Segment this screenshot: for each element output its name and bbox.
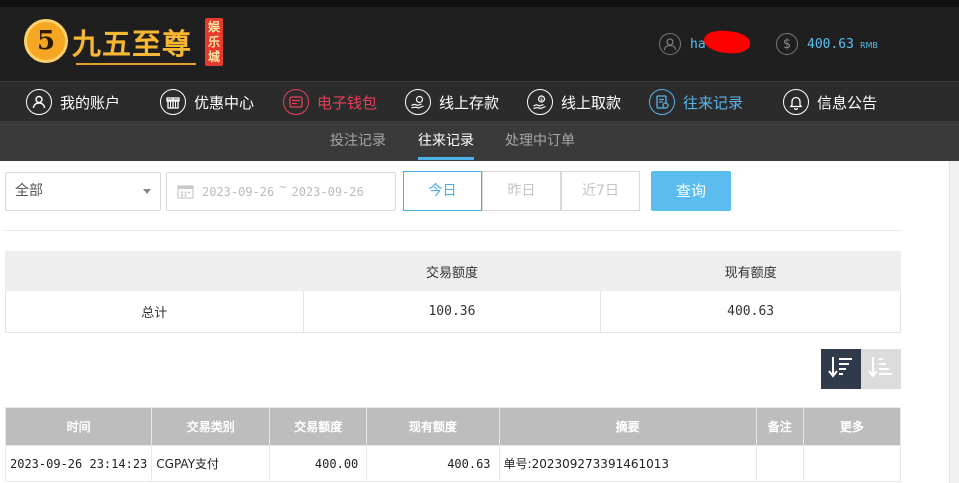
subtab-bet-records[interactable]: 投注记录	[330, 121, 386, 161]
site-header: 5 九五至尊 娱乐城 ha $ 400.63 RMB	[0, 7, 959, 81]
sort-desc-button[interactable]	[821, 349, 861, 389]
summary-transaction-amount: 100.36	[302, 290, 602, 333]
cell-remark	[755, 445, 804, 482]
balance-currency: RMB	[859, 41, 878, 50]
nav-item-account[interactable]: 我的账户	[26, 82, 120, 122]
transaction-type-select[interactable]: 全部	[5, 172, 161, 211]
username: ha	[690, 27, 752, 56]
summary-label: 总计	[5, 290, 304, 333]
records-header-row: 时间 交易类别 交易额度 现有额度 摘要 备注 更多	[4, 407, 902, 446]
nav-item-label: 信息公告	[817, 93, 878, 112]
cell-time: 2023-09-26 23:14:23	[4, 445, 153, 482]
summary-table: 交易额度 现有额度 总计 100.36 400.63	[5, 251, 901, 333]
brand-logo[interactable]: 5 九五至尊 娱乐城	[24, 17, 229, 73]
nav-item-records[interactable]: 往来记录	[649, 82, 743, 122]
date-end: 2023-09-26	[291, 184, 364, 199]
sort-desc-icon	[828, 355, 854, 383]
summary-total-row: 总计 100.36 400.63	[5, 290, 901, 333]
nav-item-withdraw[interactable]: $ 线上取款	[527, 82, 621, 122]
deposit-icon	[405, 89, 431, 115]
quick-today-button[interactable]: 今日	[403, 171, 482, 211]
brand-badge: 娱乐城	[205, 18, 223, 66]
nav-item-label: 往来记录	[683, 93, 744, 112]
column-header-remark[interactable]: 备注	[755, 407, 804, 446]
date-start: 2023-09-26	[202, 184, 275, 199]
summary-header-cell	[5, 251, 304, 291]
sort-asc-icon	[868, 355, 894, 383]
cell-type: CGPAY支付	[151, 445, 271, 482]
nav-item-label: 线上取款	[561, 93, 622, 112]
brand-name: 九五至尊	[72, 27, 193, 61]
chevron-down-icon	[143, 189, 151, 194]
balance-amount: 400.63	[807, 36, 854, 52]
records-table: 时间 交易类别 交易额度 现有额度 摘要 备注 更多 2023-09-26 23…	[4, 407, 902, 482]
top-strip	[0, 0, 959, 7]
sub-nav: 投注记录 往来记录 处理中订单	[0, 121, 959, 161]
quick-yesterday-button[interactable]: 昨日	[482, 171, 561, 211]
withdraw-icon: $	[527, 89, 553, 115]
nav-item-notices[interactable]: 信息公告	[783, 82, 877, 122]
summary-header-cell: 交易额度	[302, 251, 602, 291]
cell-more[interactable]	[802, 445, 902, 482]
gift-icon	[160, 89, 186, 115]
column-header-summary[interactable]: 摘要	[498, 407, 757, 446]
nav-item-label: 我的账户	[60, 93, 121, 112]
main-nav: 我的账户 优惠中心 电子钱包 线上存款 $ 线上取款 往来记录 信息公告	[0, 81, 959, 121]
logo-mark: 5	[24, 19, 68, 63]
redaction-mark	[702, 27, 752, 56]
cell-summary: 单号:202309273391461013	[498, 445, 757, 482]
nav-item-label: 优惠中心	[194, 93, 255, 112]
nav-item-label: 线上存款	[439, 93, 500, 112]
column-header-type[interactable]: 交易类别	[151, 407, 271, 446]
dollar-icon: $	[776, 33, 798, 55]
records-icon	[649, 89, 675, 115]
summary-current-balance: 400.63	[600, 290, 901, 333]
svg-text:$: $	[540, 97, 543, 103]
query-button[interactable]: 查询	[651, 171, 731, 211]
nav-item-promotions[interactable]: 优惠中心	[160, 82, 254, 122]
user-icon	[659, 33, 681, 55]
date-range-input[interactable]: 2023-09-26 ~ 2023-09-26	[166, 172, 396, 211]
divider	[5, 230, 901, 231]
scrollbar-track[interactable]	[949, 161, 959, 483]
bell-icon	[783, 89, 809, 115]
wallet-icon	[283, 89, 309, 115]
select-value: 全部	[15, 183, 43, 199]
subtab-transaction-records[interactable]: 往来记录	[418, 121, 474, 161]
logo-ornament	[76, 63, 196, 65]
table-row: 2023-09-26 23:14:23 CGPAY支付 400.00 400.6…	[4, 445, 902, 482]
column-header-balance[interactable]: 现有额度	[366, 407, 500, 446]
calendar-icon	[177, 184, 194, 199]
user-account[interactable]: ha	[659, 27, 752, 56]
nav-item-wallet[interactable]: 电子钱包	[283, 82, 377, 122]
column-header-time[interactable]: 时间	[4, 407, 153, 446]
user-icon	[26, 89, 52, 115]
summary-header-row: 交易额度 现有额度	[5, 251, 901, 291]
cell-amount: 400.00	[269, 445, 368, 482]
column-header-more[interactable]: 更多	[802, 407, 902, 446]
cell-balance: 400.63	[366, 445, 500, 482]
column-header-amount[interactable]: 交易额度	[269, 407, 368, 446]
quick-7days-button[interactable]: 近7日	[561, 171, 640, 211]
subtab-pending-orders[interactable]: 处理中订单	[505, 121, 575, 161]
nav-item-deposit[interactable]: 线上存款	[405, 82, 499, 122]
summary-header-cell: 现有额度	[600, 251, 901, 291]
nav-item-label: 电子钱包	[317, 93, 378, 112]
brand-badge-text: 娱乐城	[208, 20, 221, 64]
sort-asc-button[interactable]	[861, 349, 901, 389]
date-separator: ~	[279, 179, 287, 194]
wallet-balance: $ 400.63 RMB	[776, 33, 878, 55]
